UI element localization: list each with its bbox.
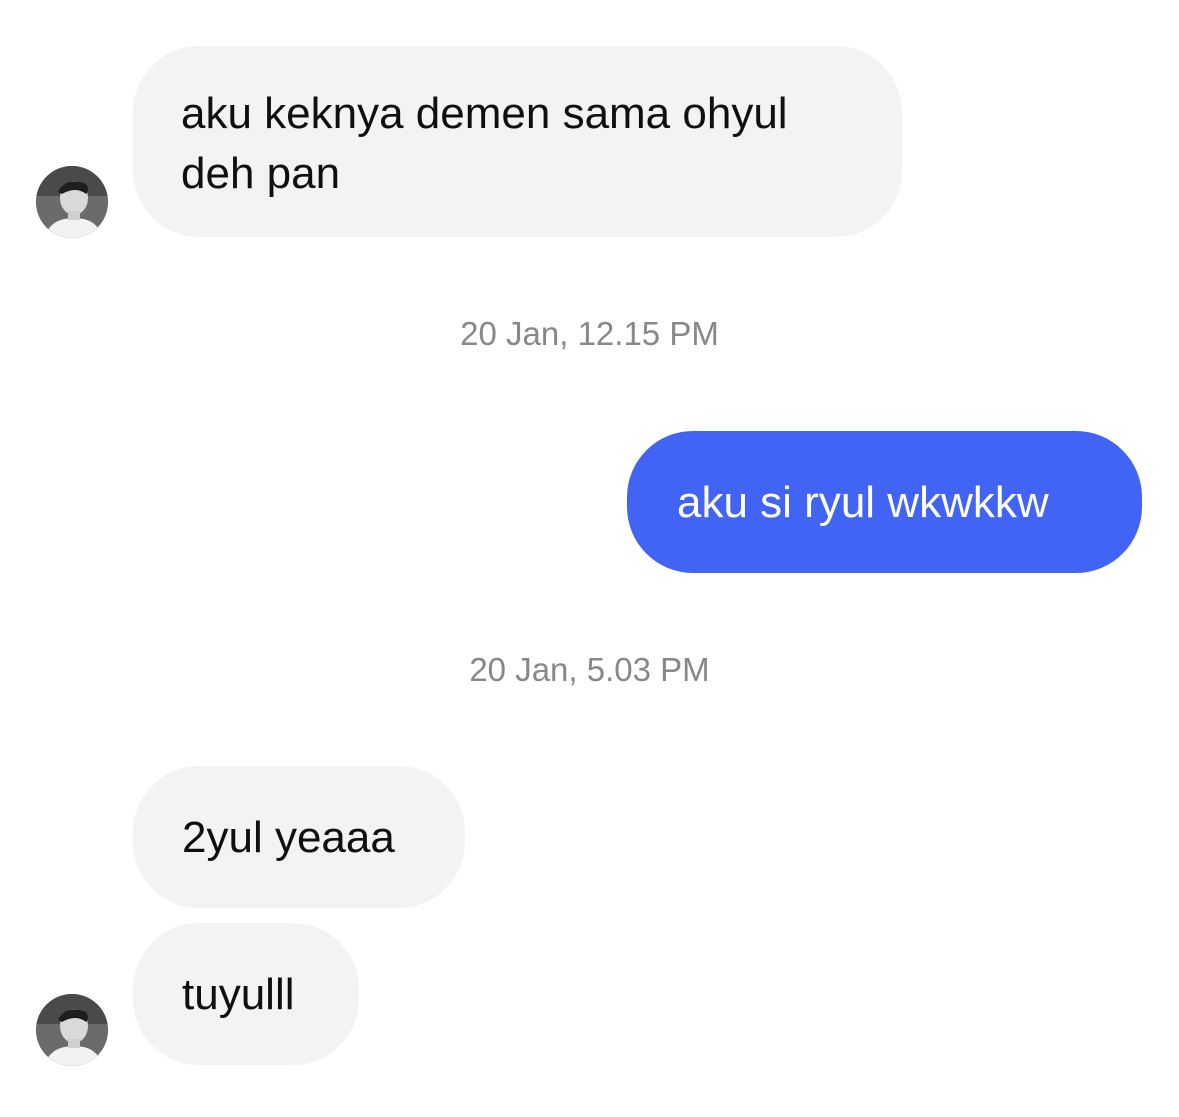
person-photo-icon bbox=[36, 166, 108, 238]
message-bubble-incoming[interactable]: aku keknya demen sama ohyul deh pan bbox=[133, 46, 902, 237]
contact-avatar[interactable] bbox=[36, 166, 108, 238]
contact-avatar[interactable] bbox=[36, 994, 108, 1066]
message-text: aku si ryul wkwkkw bbox=[677, 478, 1049, 527]
message-text: 2yul yeaaa bbox=[182, 813, 395, 862]
timestamp-divider: 20 Jan, 12.15 PM bbox=[460, 315, 719, 352]
timestamp-divider: 20 Jan, 5.03 PM bbox=[469, 651, 710, 688]
message-text: tuyulll bbox=[182, 970, 295, 1019]
message-text: aku keknya demen sama ohyul deh pan bbox=[181, 89, 788, 198]
message-bubble-incoming[interactable]: tuyulll bbox=[133, 923, 359, 1065]
message-bubble-outgoing[interactable]: aku si ryul wkwkkw bbox=[627, 431, 1142, 573]
person-photo-icon bbox=[36, 994, 108, 1066]
message-bubble-incoming[interactable]: 2yul yeaaa bbox=[133, 766, 465, 908]
